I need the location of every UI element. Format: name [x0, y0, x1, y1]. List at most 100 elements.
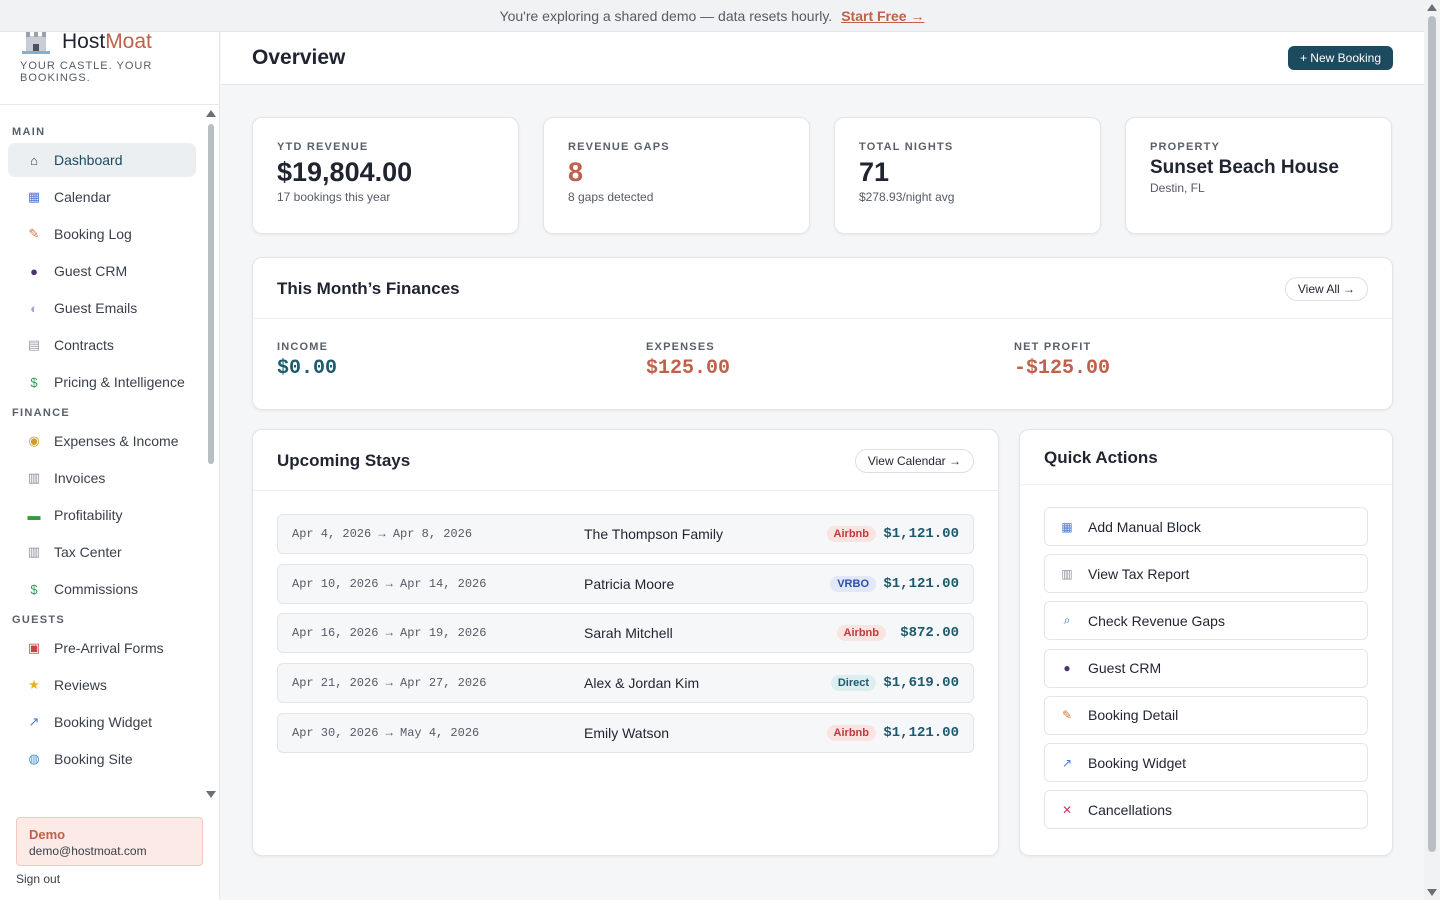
home-icon: ⌂ [30, 152, 38, 168]
user-card: Demo demo@hostmoat.com [16, 817, 203, 866]
sidebar-item-commissions[interactable]: $ Commissions [8, 572, 196, 606]
sidebar-item-reviews[interactable]: ★ Reviews [8, 668, 196, 702]
sidebar-item-label: Reviews [54, 677, 107, 693]
start-free-link[interactable]: Start Free → [841, 8, 924, 24]
sidebar-item-booking-site[interactable]: ◍ Booking Site [8, 742, 196, 776]
stat-card-revenue-gaps[interactable]: REVENUE GAPS 8 8 gaps detected [543, 117, 810, 234]
expenses-metric: EXPENSES $125.00 [646, 341, 730, 380]
sidebar-item-calendar[interactable]: ▦ Calendar [8, 180, 196, 214]
sidebar-item-guest-crm[interactable]: ● Guest CRM [8, 254, 196, 288]
income-value: $0.00 [277, 357, 338, 380]
finances-title: This Month’s Finances [277, 279, 460, 298]
scroll-up-arrow-icon[interactable] [206, 110, 216, 117]
sidebar-item-contracts[interactable]: ▤ Contracts [8, 328, 196, 362]
net-profit-label: NET PROFIT [1014, 341, 1092, 353]
sidebar-item-label: Commissions [54, 581, 139, 597]
stay-dates: Apr 30, 2026 → May 4, 2026 [292, 725, 480, 740]
scroll-down-arrow-icon[interactable] [206, 791, 216, 798]
sidebar-item-pricing-intelligence[interactable]: $ Pricing & Intelligence [8, 365, 196, 399]
quick-action-booking-detail[interactable]: ✎ Booking Detail [1044, 695, 1368, 735]
nav-section-main: MAIN [12, 126, 46, 138]
finances-header: This Month’s Finances View All → [253, 258, 1392, 319]
page-scrollbar[interactable] [1424, 0, 1440, 900]
quick-action-add-manual-block[interactable]: ▦ Add Manual Block [1044, 507, 1368, 546]
stay-source-badge: Airbnb [826, 724, 876, 741]
sidebar-item-tax-center[interactable]: ▥ Tax Center [8, 535, 196, 569]
quick-action-booking-widget[interactable]: ↗ Booking Widget [1044, 743, 1368, 782]
banknote-icon: ▬ [27, 507, 41, 523]
sidebar-scrollbar[interactable] [206, 110, 216, 798]
scroll-up-arrow-icon[interactable] [1427, 4, 1437, 11]
stay-dates: Apr 16, 2026 → Apr 19, 2026 [292, 626, 487, 641]
sidebar-item-label: Pre-Arrival Forms [54, 640, 164, 656]
brand: HostMoat YOUR CASTLE. YOUR BOOKINGS. [0, 30, 219, 105]
dollar-icon: $ [30, 581, 38, 597]
stay-source-badge: Direct [830, 675, 876, 692]
sidebar-item-label: Calendar [54, 189, 111, 205]
scroll-thumb[interactable] [1428, 16, 1436, 852]
sidebar-nav: MAIN ⌂ Dashboard ▦ Calendar ✎ Booking Log ● Gues… [0, 106, 206, 800]
quick-action-label: Cancellations [1088, 801, 1173, 818]
quick-action-view-tax-report[interactable]: ▥ View Tax Report [1044, 554, 1368, 594]
sidebar-item-booking-widget[interactable]: ↗ Booking Widget [8, 705, 196, 739]
stay-dates: Apr 4, 2026 → Apr 8, 2026 [292, 527, 473, 541]
stat-card-ytd-revenue: YTD REVENUE $19,804.00 17 bookings this … [252, 117, 519, 234]
income-metric: INCOME $0.00 [277, 341, 337, 380]
stay-row[interactable]: Apr 4, 2026 → Apr 8, 2026 The Thompson Fa… [277, 514, 974, 554]
stay-dates: Apr 21, 2026 → Apr 27, 2026 [292, 676, 487, 691]
stay-row[interactable]: Apr 30, 2026 → May 4, 2026 Emily Watson Ai… [277, 712, 974, 753]
page-header: Overview + New Booking [221, 32, 1424, 85]
nav-section-guests: GUESTS [12, 614, 66, 626]
scroll-down-arrow-icon[interactable] [1427, 889, 1437, 896]
quick-action-guest-crm[interactable]: ● Guest CRM [1044, 648, 1368, 688]
quick-action-label: Add Manual Block [1088, 518, 1201, 535]
demo-banner: You're exploring a shared demo — data re… [0, 0, 1424, 32]
stat-subtext: 17 bookings this year [277, 190, 391, 204]
chart-icon: ↗ [1061, 755, 1073, 770]
quick-action-label: Guest CRM [1088, 660, 1162, 677]
stat-card-property: PROPERTY Sunset Beach House Destin, FL [1125, 117, 1392, 234]
quick-action-cancellations[interactable]: ✕ Cancellations [1044, 790, 1368, 830]
sidebar-item-booking-log[interactable]: ✎ Booking Log [8, 217, 196, 251]
stay-row[interactable]: Apr 21, 2026 → Apr 27, 2026 Alex & Jordan… [277, 663, 974, 704]
stay-row[interactable]: Apr 10, 2026 → Apr 14, 2026 Patricia Moor… [277, 563, 974, 604]
scroll-thumb[interactable] [208, 124, 214, 464]
stay-dates: Apr 10, 2026 → Apr 14, 2026 [292, 576, 487, 591]
sign-out-link[interactable]: Sign out [16, 872, 60, 886]
sidebar-item-profitability[interactable]: ▬ Profitability [8, 498, 196, 532]
quick-actions-card: Quick Actions ▦ Add Manual Block ▥ View Tax… [1019, 429, 1393, 856]
stay-row[interactable]: Apr 16, 2026 → Apr 19, 2026 Sarah Mitchel… [277, 613, 974, 654]
stat-subtext: $278.93/night avg [859, 190, 955, 204]
user-role: Demo [29, 827, 66, 842]
stay-guest-name: Sarah Mitchell [584, 625, 673, 642]
upcoming-stays-title: Upcoming Stays [277, 451, 411, 470]
sidebar-item-pre-arrival-forms[interactable]: ▣ Pre-Arrival Forms [8, 631, 196, 665]
person-icon: ● [30, 263, 38, 279]
net-profit-metric: NET PROFIT -$125.00 [1014, 341, 1110, 380]
main-content: Overview + New Booking YTD REVENUE $19,8… [221, 32, 1424, 900]
dollar-icon: $ [30, 374, 38, 390]
demo-banner-text: You're exploring a shared demo — data re… [499, 7, 833, 24]
income-label: INCOME [277, 341, 329, 353]
star-icon: ★ [28, 677, 40, 692]
sidebar-item-invoices[interactable]: ▥ Invoices [8, 461, 196, 495]
sidebar-item-label: Expenses & Income [54, 433, 179, 449]
receipt-icon: ▥ [27, 544, 41, 559]
view-all-button[interactable]: View All → [1284, 277, 1368, 301]
cross-icon: ✕ [1061, 802, 1073, 817]
sidebar-item-label: Contracts [54, 337, 114, 353]
brand-name[interactable]: HostMoat [62, 30, 152, 54]
memo-icon: ✎ [28, 226, 40, 241]
stay-source-badge: VRBO [830, 575, 876, 592]
quick-actions-header: Quick Actions [1020, 430, 1392, 485]
stay-guest-name: Alex & Jordan Kim [584, 675, 700, 692]
sidebar-item-expenses-income[interactable]: ◉ Expenses & Income [8, 424, 196, 458]
stat-label: YTD REVENUE [277, 141, 369, 153]
sidebar-item-dashboard[interactable]: ⌂ Dashboard [8, 143, 196, 177]
quick-action-check-revenue-gaps[interactable]: ⌕ Check Revenue Gaps [1044, 601, 1368, 641]
quick-action-label: View Tax Report [1088, 565, 1190, 582]
sidebar-item-guest-emails[interactable]: ◐ Guest Emails [8, 291, 196, 325]
person-icon: ● [1063, 661, 1071, 676]
view-calendar-button[interactable]: View Calendar → [854, 449, 974, 473]
new-booking-button[interactable]: + New Booking [1287, 46, 1393, 70]
